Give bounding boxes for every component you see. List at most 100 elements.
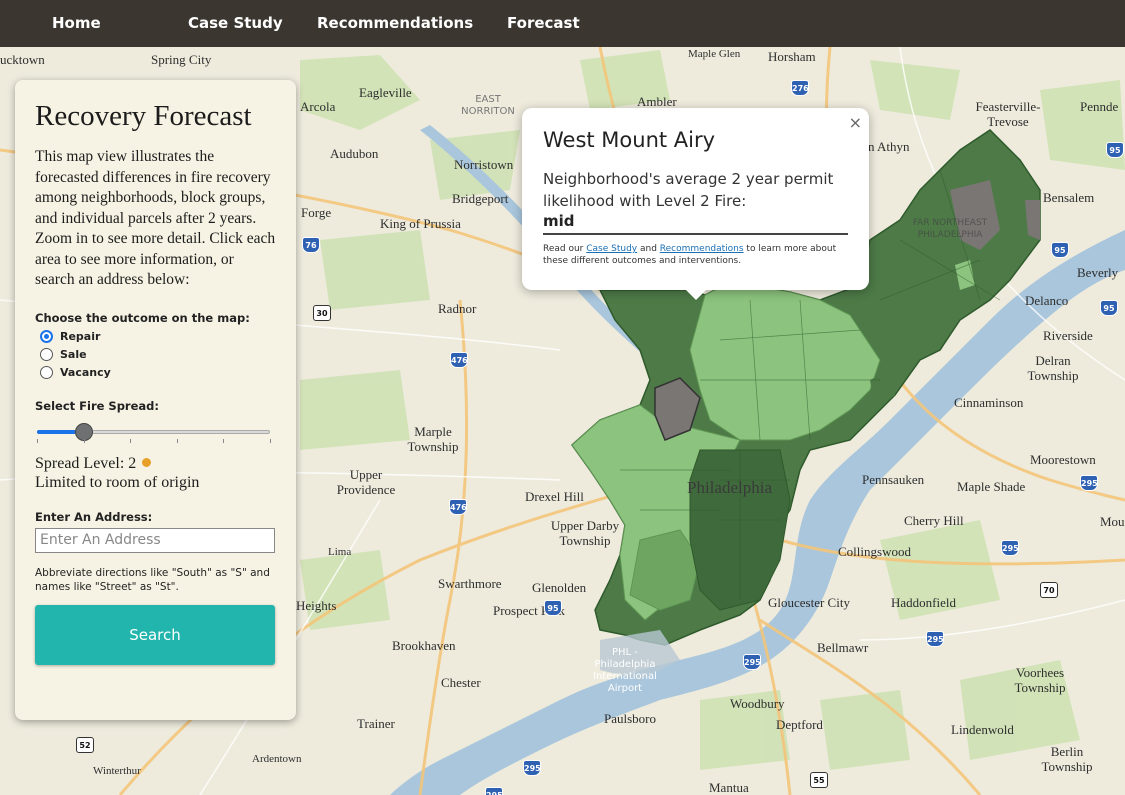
place-label: Woodbury (730, 696, 785, 711)
place-label: Swarthmore (438, 576, 502, 591)
place-label: ucktown (0, 52, 45, 67)
place-label: Upper Providence (336, 467, 396, 497)
place-label: Moorestown (1030, 452, 1096, 467)
interstate-shield: 476 (450, 352, 468, 368)
popup-body: Neighborhood's average 2 year permit lik… (543, 170, 834, 210)
spread-level-text: Spread Level: 2 (35, 454, 137, 472)
recommendations-link[interactable]: Recommendations (660, 244, 744, 254)
spread-description: Limited to room of origin (35, 473, 200, 491)
address-label: Enter An Address: (35, 509, 153, 524)
popup-footnote: Read our Case Study and Recommendations … (543, 243, 848, 267)
place-label: Mantua (709, 780, 749, 795)
place-label: Audubon (330, 146, 379, 161)
close-icon[interactable]: × (849, 113, 862, 132)
place-label: FAR NORTHEAST PHILADELPHIA (912, 218, 988, 240)
nav-home[interactable]: Home (52, 14, 101, 32)
interstate-shield: 76 (302, 237, 320, 253)
popup-value: mid (543, 212, 848, 235)
radio-vacancy[interactable] (40, 365, 53, 379)
place-label: Forge (301, 205, 332, 220)
place-label: King of Prussia (380, 216, 461, 231)
foot-text: and (637, 244, 660, 254)
outcome-label: Choose the outcome on the map: (35, 310, 250, 325)
interstate-shield: 295 (926, 631, 944, 647)
interstate-shield: 95 (1100, 300, 1118, 316)
interstate-shield: 295 (743, 654, 761, 670)
outcome-sale-option[interactable]: Sale (40, 347, 276, 361)
place-label: Eagleville (359, 85, 412, 100)
place-label: Maple Glen (688, 48, 741, 60)
place-label: Lindenwold (951, 722, 1014, 737)
spread-level: Spread Level: 2 (35, 455, 276, 473)
radio-label: Sale (60, 347, 87, 361)
slider-tick (176, 438, 178, 443)
place-label: Heights (296, 598, 337, 613)
place-label: Brookhaven (392, 638, 456, 653)
place-label: Philadelphia (687, 478, 772, 497)
place-label: Upper Darby Township (550, 518, 620, 548)
foot-text: Read our (543, 244, 587, 254)
place-label: Collingswood (838, 544, 911, 559)
place-label: Pennde (1080, 99, 1119, 114)
place-label: Horsham (768, 49, 816, 64)
address-hint: Abbreviate directions like "South" as "S… (35, 566, 270, 593)
place-label: Spring City (151, 52, 212, 67)
place-label: Deptford (776, 717, 823, 732)
place-label: Cherry Hill (904, 513, 964, 528)
radio-label: Vacancy (60, 365, 111, 379)
panel-description: This map view illustrates the forecasted… (35, 148, 276, 288)
us-route-shield: 30 (313, 305, 331, 321)
place-label: Bridgeport (452, 191, 509, 206)
neighborhood-popup: × West Mount Airy Neighborhood's average… (522, 108, 869, 300)
radio-label: Repair (60, 329, 101, 343)
place-label: Ardentown (252, 753, 302, 765)
place-label: Berlin Township (1041, 744, 1093, 774)
nav-forecast[interactable]: Forecast (507, 14, 580, 32)
nav-case-study[interactable]: Case Study (188, 14, 283, 32)
interstate-shield: 295 (1001, 540, 1019, 556)
fire-spread-slider[interactable] (35, 422, 272, 443)
place-label: Norristown (454, 157, 514, 172)
place-label: Mou (1100, 514, 1125, 529)
interstate-shield: 95 (1051, 242, 1069, 258)
place-label: Beverly (1077, 265, 1119, 280)
slider-tick (37, 438, 38, 443)
outcome-vacancy-option[interactable]: Vacancy (40, 365, 276, 379)
place-label: n Athyn (868, 139, 910, 154)
place-label: Riverside (1043, 328, 1093, 343)
us-route-shield: 55 (810, 772, 828, 788)
place-label: Drexel Hill (525, 489, 584, 504)
case-study-link[interactable]: Case Study (586, 244, 637, 254)
place-label: PHL - Philadelphia International Airport (593, 647, 657, 694)
interstate-shield: 295 (1080, 475, 1098, 491)
slider-tick (270, 438, 271, 443)
place-label: Radnor (438, 301, 477, 316)
us-route-shield: 70 (1040, 582, 1058, 598)
interstate-shield: 276 (791, 80, 809, 96)
nav-recommendations[interactable]: Recommendations (317, 14, 473, 32)
slider-tick (130, 438, 132, 443)
place-label: Lima (328, 546, 352, 558)
panel-title: Recovery Forecast (35, 100, 252, 132)
place-label: Bellmawr (817, 640, 869, 655)
place-label: Glenolden (532, 580, 587, 595)
place-label: Feasterville-Trevose (975, 99, 1041, 129)
us-route-shield: 52 (76, 737, 94, 753)
interstate-shield: 295 (485, 787, 503, 795)
interstate-shield: 95 (544, 600, 562, 616)
slider-tick (83, 438, 85, 443)
radio-repair[interactable] (40, 329, 53, 343)
place-label: Voorhees Township (1014, 665, 1066, 695)
top-nav: Home Case Study Recommendations Forecast (0, 0, 1125, 47)
radio-sale[interactable] (40, 347, 53, 361)
interstate-shield: 95 (1106, 142, 1124, 158)
search-button[interactable]: Search (35, 604, 275, 665)
place-label: Pennsauken (862, 472, 925, 487)
outcome-repair-option[interactable]: Repair (40, 329, 276, 343)
address-input[interactable] (35, 527, 275, 553)
place-label: Arcola (300, 99, 336, 114)
interstate-shield: 476 (449, 499, 467, 515)
place-label: Trainer (357, 716, 395, 731)
place-label: Haddonfield (891, 595, 956, 610)
popup-title: West Mount Airy (543, 128, 716, 152)
